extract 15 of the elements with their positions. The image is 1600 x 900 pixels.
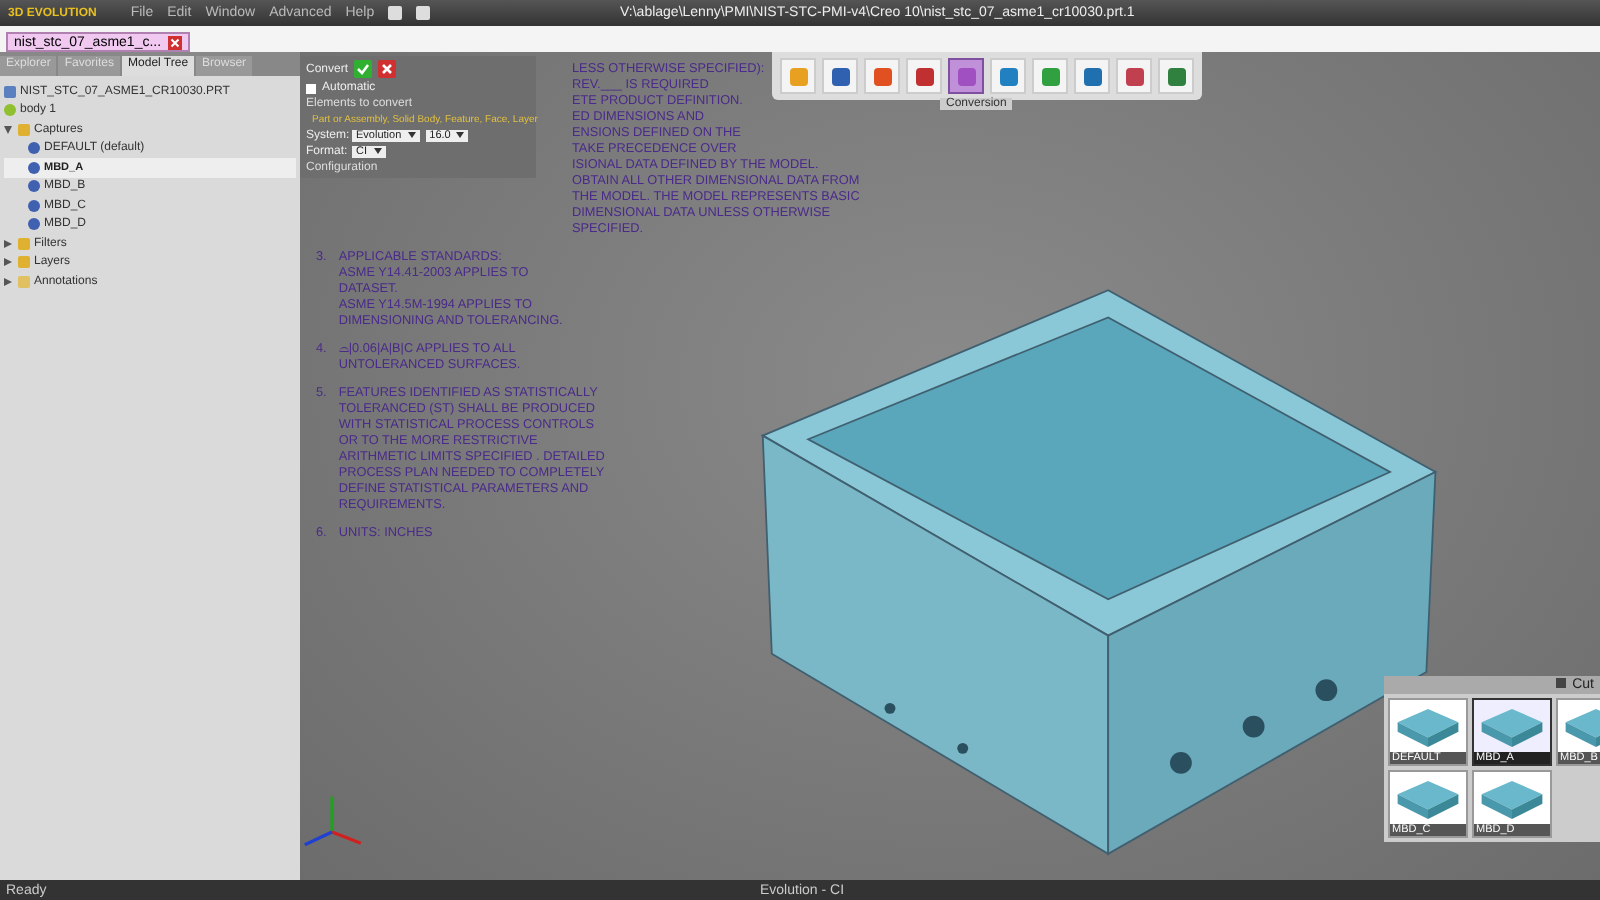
checkbox[interactable]: [306, 83, 316, 93]
node-icon: [4, 104, 16, 117]
close-icon[interactable]: [167, 35, 182, 49]
node-icon: [18, 123, 30, 136]
node-icon: [28, 161, 40, 174]
node-icon: [18, 237, 30, 250]
node-icon: [28, 199, 40, 212]
confirm-button[interactable]: [354, 60, 373, 78]
node-icon: [18, 256, 30, 269]
node-icon: [28, 142, 40, 155]
node-icon: [28, 180, 40, 193]
node-icon: [4, 85, 16, 98]
node-icon: [18, 275, 30, 288]
cancel-button[interactable]: [378, 60, 397, 78]
node-icon: [28, 218, 40, 231]
